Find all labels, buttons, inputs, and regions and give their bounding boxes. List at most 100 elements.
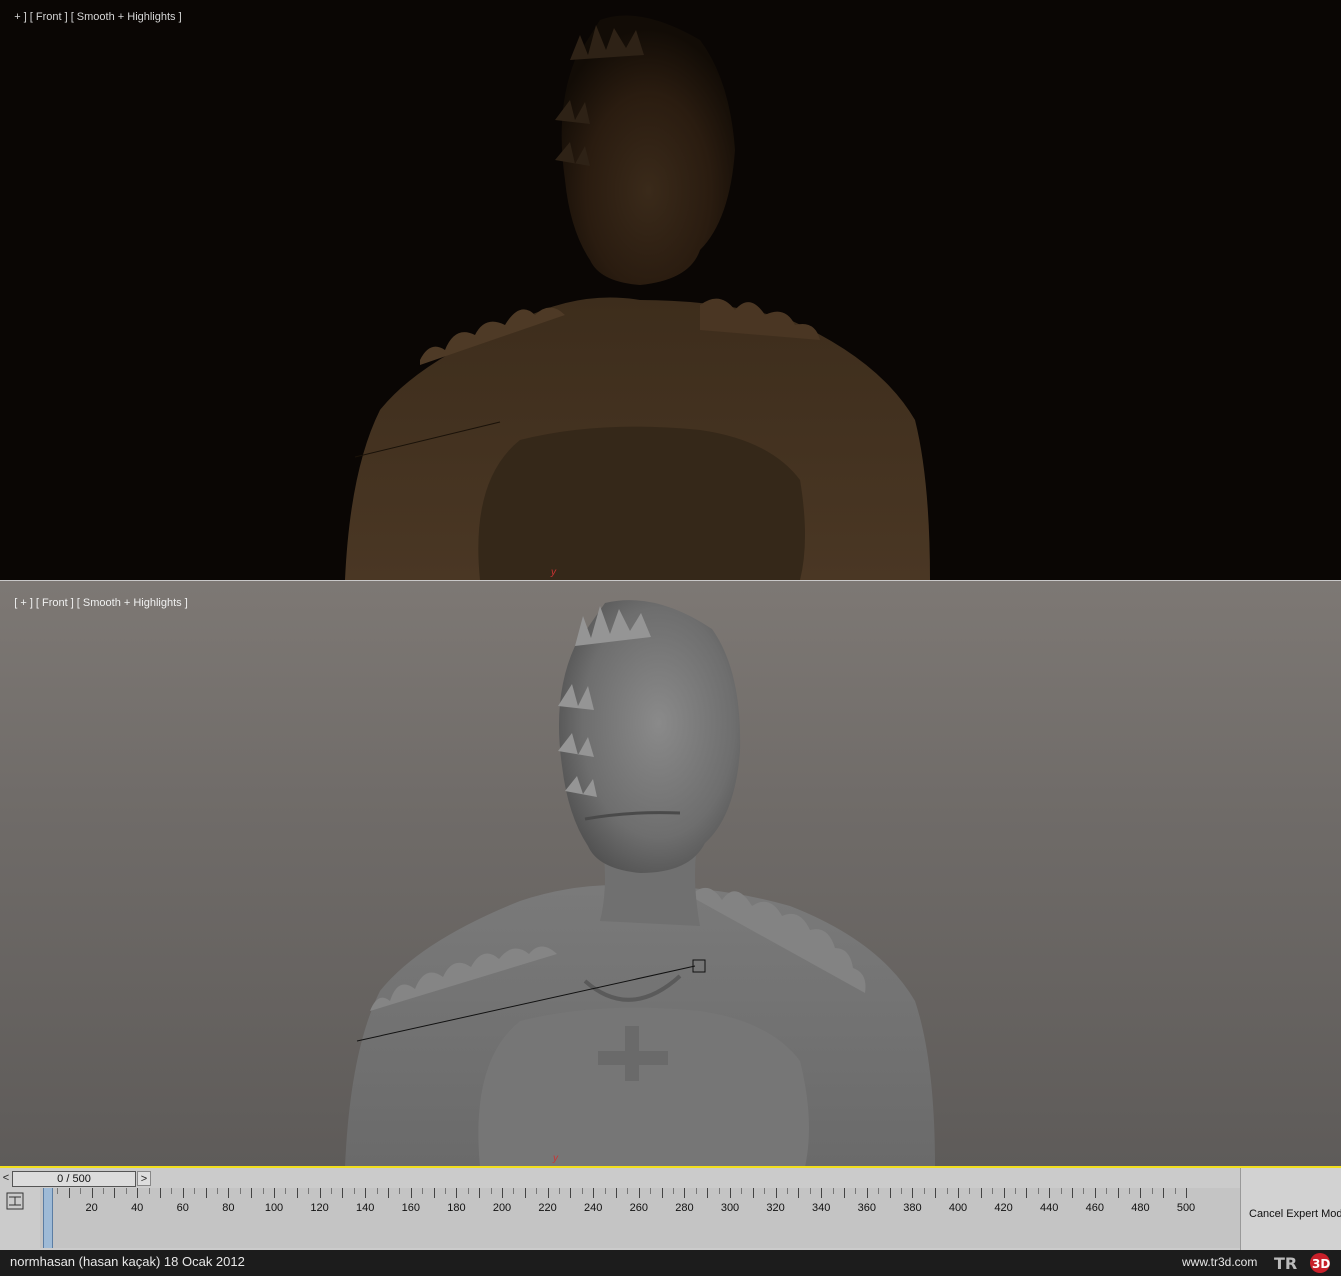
ruler-label: 120 [310, 1202, 329, 1214]
timeline-panel: < 0 / 500 > 0204060801001201401601802002… [0, 1168, 1341, 1250]
expert-mode-panel: Cancel Expert Mod [1240, 1168, 1341, 1250]
ruler-tick [137, 1188, 139, 1198]
ruler-tick [490, 1188, 492, 1194]
ruler-label: 320 [766, 1202, 785, 1214]
ruler-tick [376, 1188, 378, 1194]
svg-text:TR: TR [1274, 1254, 1297, 1273]
ruler-tick [148, 1188, 150, 1194]
ruler-label: 40 [131, 1202, 144, 1214]
ruler-tick [239, 1188, 241, 1194]
ruler-tick [410, 1188, 412, 1198]
ruler-tick [946, 1188, 948, 1194]
ruler-label: 360 [857, 1202, 876, 1214]
ruler-tick [285, 1188, 287, 1194]
cancel-expert-mode-button[interactable]: Cancel Expert Mod [1249, 1208, 1341, 1220]
ruler-label: 260 [629, 1202, 648, 1214]
ruler-tick [650, 1188, 652, 1194]
ruler-label: 400 [948, 1202, 968, 1214]
ruler-label: 380 [903, 1202, 922, 1214]
axis-indicator: y [553, 1153, 558, 1164]
ruler-tick [866, 1188, 868, 1198]
ruler-tick [91, 1188, 93, 1198]
ruler-tick [1151, 1188, 1153, 1194]
ruler-tick [1140, 1188, 1142, 1198]
ruler-tick [684, 1188, 686, 1198]
ruler-tick [1117, 1188, 1119, 1198]
ruler-tick [342, 1188, 344, 1198]
ruler-tick [695, 1188, 697, 1194]
ruler-tick [1049, 1188, 1051, 1198]
ruler-tick [627, 1188, 629, 1194]
ruler-tick [1072, 1188, 1073, 1198]
ruler-label: 240 [584, 1202, 603, 1214]
ruler-label: 80 [222, 1202, 235, 1214]
ruler-tick [399, 1188, 401, 1194]
ruler-label: 200 [492, 1202, 512, 1214]
ruler-tick [912, 1188, 914, 1198]
ruler-tick [1037, 1188, 1039, 1194]
ruler-tick [445, 1188, 446, 1194]
ruler-label: 420 [994, 1202, 1013, 1214]
ruler-tick [923, 1188, 925, 1194]
author-caption: normhasan (hasan kaçak) 18 Ocak 2012 [10, 1254, 245, 1269]
ruler-label: 500 [1176, 1202, 1196, 1214]
ruler-tick [228, 1188, 230, 1198]
ruler-tick [251, 1188, 253, 1198]
ruler-tick [536, 1188, 538, 1194]
character-model-gray [345, 600, 935, 1167]
ruler-tick [935, 1188, 937, 1198]
ruler-tick [901, 1188, 902, 1194]
ruler-label: 280 [675, 1202, 694, 1214]
ruler-tick [388, 1188, 389, 1198]
ruler-tick [707, 1188, 709, 1198]
ruler-tick [752, 1188, 754, 1198]
ruler-tick [513, 1188, 515, 1194]
ruler-tick [969, 1188, 971, 1194]
ruler-tick [456, 1188, 458, 1198]
ruler-tick [570, 1188, 572, 1198]
ruler-label: 300 [720, 1202, 740, 1214]
ruler-tick [57, 1188, 59, 1194]
ruler-tick [1026, 1188, 1028, 1198]
ruler-tick [992, 1188, 994, 1194]
ruler-tick [171, 1188, 173, 1194]
ruler-label: 60 [176, 1202, 189, 1214]
ruler-tick [1174, 1188, 1176, 1194]
ruler-tick [319, 1188, 321, 1198]
ruler-tick [1083, 1188, 1085, 1194]
ruler-tick [593, 1188, 595, 1198]
ruler-tick [1060, 1188, 1062, 1194]
ruler-label: 20 [85, 1202, 98, 1214]
ruler-tick [353, 1188, 355, 1194]
ruler-label: 220 [538, 1202, 557, 1214]
ruler-tick [798, 1188, 800, 1198]
ruler-tick [581, 1188, 583, 1194]
ruler-tick [604, 1188, 606, 1194]
ruler-tick [68, 1188, 70, 1198]
viewport-bottom[interactable]: [ + ][ Front ][ Smooth + Highlights ] y [0, 581, 1341, 1167]
ruler-tick [80, 1188, 82, 1194]
ruler-tick [205, 1188, 207, 1198]
ruler-tick [844, 1188, 845, 1198]
axis-indicator: y [551, 567, 556, 578]
ruler-tick [502, 1188, 503, 1198]
ruler-label: 340 [812, 1202, 831, 1214]
ruler-tick [889, 1188, 891, 1198]
ruler-tick [616, 1188, 617, 1198]
ruler-tick [1094, 1188, 1096, 1198]
ruler-tick [262, 1188, 264, 1194]
ruler-tick [855, 1188, 857, 1194]
playhead[interactable] [43, 1188, 53, 1248]
timeline-ruler[interactable]: 0204060801001201401601802002202402602803… [0, 1168, 1240, 1228]
ruler-label: 140 [356, 1202, 375, 1214]
ruler-tick [1106, 1188, 1108, 1194]
ruler-tick [1003, 1188, 1005, 1198]
ruler-label: 480 [1131, 1202, 1150, 1214]
website-link[interactable]: www.tr3d.com [1182, 1255, 1257, 1269]
status-bar: normhasan (hasan kaçak) 18 Ocak 2012 www… [0, 1250, 1341, 1276]
ruler-tick [365, 1188, 367, 1198]
viewport-top[interactable]: + ][ Front ][ Smooth + Highlights ] y [0, 0, 1341, 580]
ruler-tick [1015, 1188, 1016, 1194]
ruler-tick [559, 1188, 560, 1194]
ruler-tick [958, 1188, 959, 1198]
